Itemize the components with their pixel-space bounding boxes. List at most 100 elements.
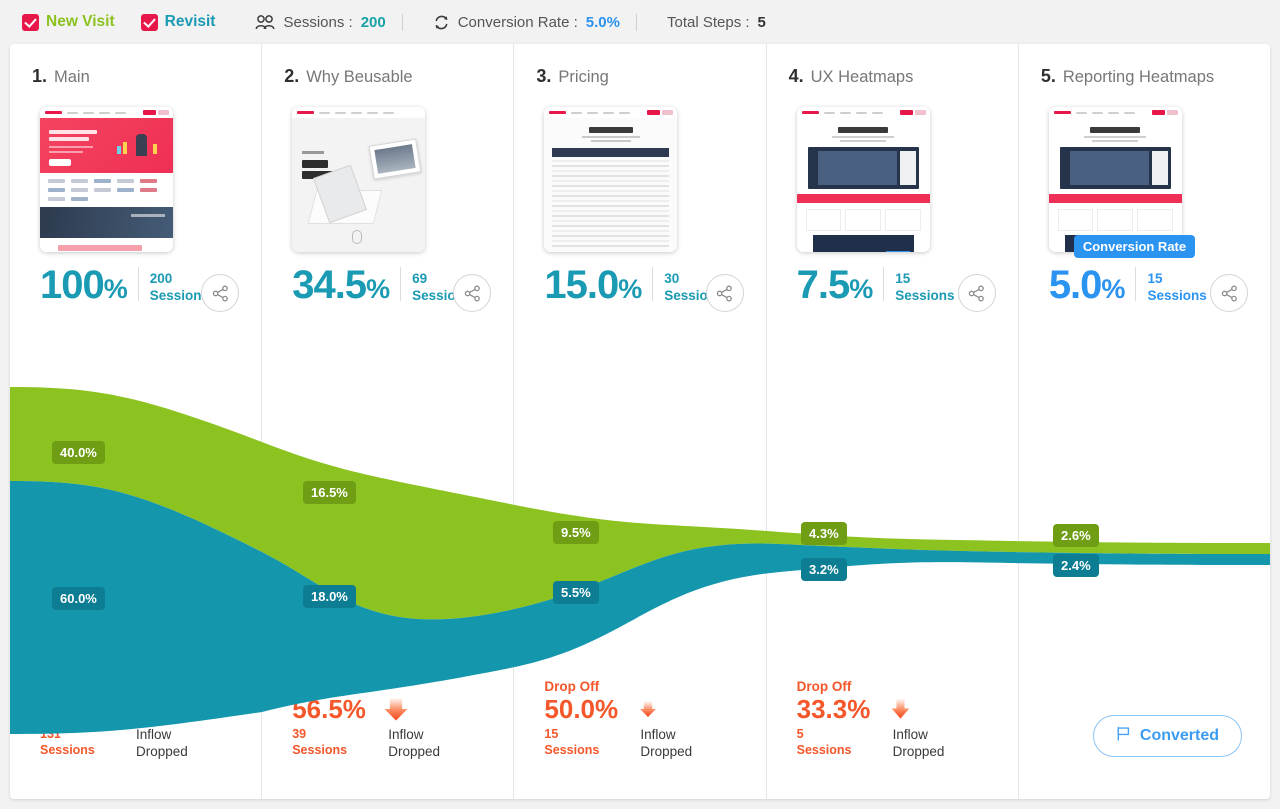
step-3-thumbnail[interactable] (544, 107, 678, 252)
step-4-dropoff-sessions: 5 Sessions (796, 726, 852, 758)
funnel-step-4[interactable]: 4. UX Heatmaps 7.5% 15 Sessions Drop Off… (767, 44, 1019, 799)
step-1-dropoff-title: Drop Off (40, 670, 95, 686)
funnel-board: 40.0% 16.5% 9.5% 4.3% 2.6% 60.0% 18.0% 5… (10, 44, 1270, 799)
funnel-step-5[interactable]: 5. Reporting Heatmaps Conversion Rate 5.… (1019, 44, 1270, 799)
thumb-navbar (544, 107, 678, 118)
flow-label-revisit-3: 5.5% (553, 581, 599, 604)
conversion-rate-stat: Conversion Rate : 5.0% (433, 14, 620, 31)
thumb-navbar (1048, 107, 1182, 118)
share-nodes-icon (212, 285, 228, 301)
step-1-inflow-dropped: Inflow Dropped (136, 726, 188, 760)
step-2-inflow-dropped: Inflow Dropped (388, 726, 440, 760)
step-4-header: 4. UX Heatmaps (767, 44, 1018, 87)
flag-icon (1116, 726, 1131, 746)
legend-toggle-new-visit[interactable]: New Visit (22, 13, 115, 31)
thumb-body (292, 118, 426, 252)
flow-label-new-visit-5: 2.6% (1053, 524, 1099, 547)
converted-button[interactable]: Converted (1092, 715, 1243, 757)
people-icon (255, 14, 275, 30)
new-visit-label: New Visit (46, 13, 115, 30)
thumb-navbar (40, 107, 173, 118)
thumb-logos (40, 173, 173, 207)
step-4-share-button[interactable] (957, 274, 996, 312)
step-2-number: 2. (284, 66, 300, 86)
step-1-title: Main (54, 68, 90, 86)
step-4-thumbnail-wrap (796, 107, 930, 252)
refresh-icon (433, 14, 450, 31)
step-3-inflow-dropped: Inflow Dropped (640, 726, 693, 760)
thumb-photo (40, 207, 173, 238)
thumb-body (796, 127, 930, 252)
total-steps-label: Total Steps : (666, 13, 750, 31)
step-4-title: UX Heatmaps (810, 68, 914, 86)
step-1-sessions: 200 Sessions (149, 271, 210, 303)
step-5-number: 5. (1040, 66, 1056, 86)
thumb-body (1048, 127, 1182, 252)
dropoff-arrow-icon (628, 700, 668, 718)
sessions-value: 200 (360, 13, 386, 31)
step-2-percent: 34.5% (292, 263, 390, 307)
step-4-dropoff: Drop Off 33.3% 5 Sessions Inflow Dropped (797, 679, 1012, 761)
step-4-percent: 7.5% (796, 263, 874, 307)
step-4-number: 4. (788, 66, 804, 86)
step-4-dropoff-percent: 33.3% (796, 693, 871, 724)
step-3-dropoff: Drop Off 50.0% 15 Sessions Inflow Droppe… (544, 679, 759, 761)
converted-button-label: Converted (1139, 727, 1220, 744)
step-3-dropoff-title: Drop Off (544, 678, 600, 694)
divider (635, 13, 637, 31)
step-3-number: 3. (536, 66, 552, 86)
step-5-share-button[interactable] (1210, 274, 1249, 312)
divider (401, 13, 403, 31)
revisit-checkbox[interactable] (140, 13, 158, 31)
flow-label-new-visit-4: 4.3% (801, 522, 847, 545)
conversion-rate-badge: Conversion Rate (1073, 235, 1196, 258)
share-nodes-icon (1221, 285, 1237, 301)
step-1-thumbnail[interactable] (40, 107, 173, 252)
share-nodes-icon (716, 285, 732, 301)
revisit-label: Revisit (164, 13, 216, 30)
legend-toggle-revisit[interactable]: Revisit (140, 13, 216, 31)
step-1-thumbnail-wrap (40, 107, 173, 252)
thumb-hero (40, 118, 173, 173)
sessions-label: Sessions : (283, 13, 353, 31)
new-visit-checkbox[interactable] (22, 13, 39, 31)
step-5-thumbnail[interactable] (1048, 107, 1182, 252)
share-nodes-icon (969, 285, 985, 301)
step-3-title: Pricing (558, 68, 609, 86)
step-5-thumbnail-wrap: Conversion Rate (1048, 107, 1196, 258)
step-3-share-button[interactable] (705, 274, 744, 312)
step-2-dropoff-title: Drop Off (292, 678, 347, 694)
step-2-share-button[interactable] (453, 274, 492, 312)
step-3-percent: 15.0% (544, 263, 642, 307)
funnel-step-1[interactable]: 1. Main 100% 200 Sessions Drop Off 65.6%… (10, 44, 263, 799)
thumb-navbar (796, 107, 930, 118)
step-3-header: 3. Pricing (514, 44, 765, 87)
step-1-header: 1. Main (10, 44, 261, 87)
step-5-percent: 5.0% (1048, 263, 1126, 307)
dropoff-arrow-icon (124, 688, 164, 722)
step-2-thumbnail-wrap (292, 107, 426, 252)
step-1-dropoff-sessions: 131 Sessions (40, 726, 95, 758)
step-4-thumbnail[interactable] (796, 107, 930, 252)
flow-label-new-visit-1: 40.0% (52, 441, 105, 464)
flow-label-revisit-1: 60.0% (52, 587, 105, 610)
step-2-header: 2. Why Beusable (262, 44, 513, 87)
step-3-dropoff-sessions: 15 Sessions (544, 726, 600, 758)
total-steps-stat: Total Steps : 5 (667, 14, 766, 31)
dropoff-arrow-icon (376, 696, 416, 722)
step-5-header: 5. Reporting Heatmaps (1019, 44, 1270, 87)
step-1-number: 1. (32, 66, 48, 86)
step-5-title: Reporting Heatmaps (1062, 68, 1215, 86)
step-5-sessions: 15 Sessions (1147, 271, 1207, 303)
step-2-thumbnail[interactable] (292, 107, 426, 252)
conversion-rate-label: Conversion Rate : (457, 13, 578, 31)
thumb-body (544, 118, 678, 252)
conversion-rate-value: 5.0% (585, 13, 620, 31)
funnel-step-3[interactable]: 3. Pricing 15.0% 30 Sessions Drop Off 50… (514, 44, 767, 799)
step-1-dropoff-percent: 65.6% (40, 689, 114, 720)
thumb-navbar (292, 107, 426, 118)
step-3-thumbnail-wrap (544, 107, 678, 252)
step-1-share-button[interactable] (201, 274, 240, 312)
funnel-step-2[interactable]: 2. Why Beusable 34.5% 69 Sessions Drop O… (262, 44, 515, 799)
step-2-title: Why Beusable (306, 68, 413, 86)
